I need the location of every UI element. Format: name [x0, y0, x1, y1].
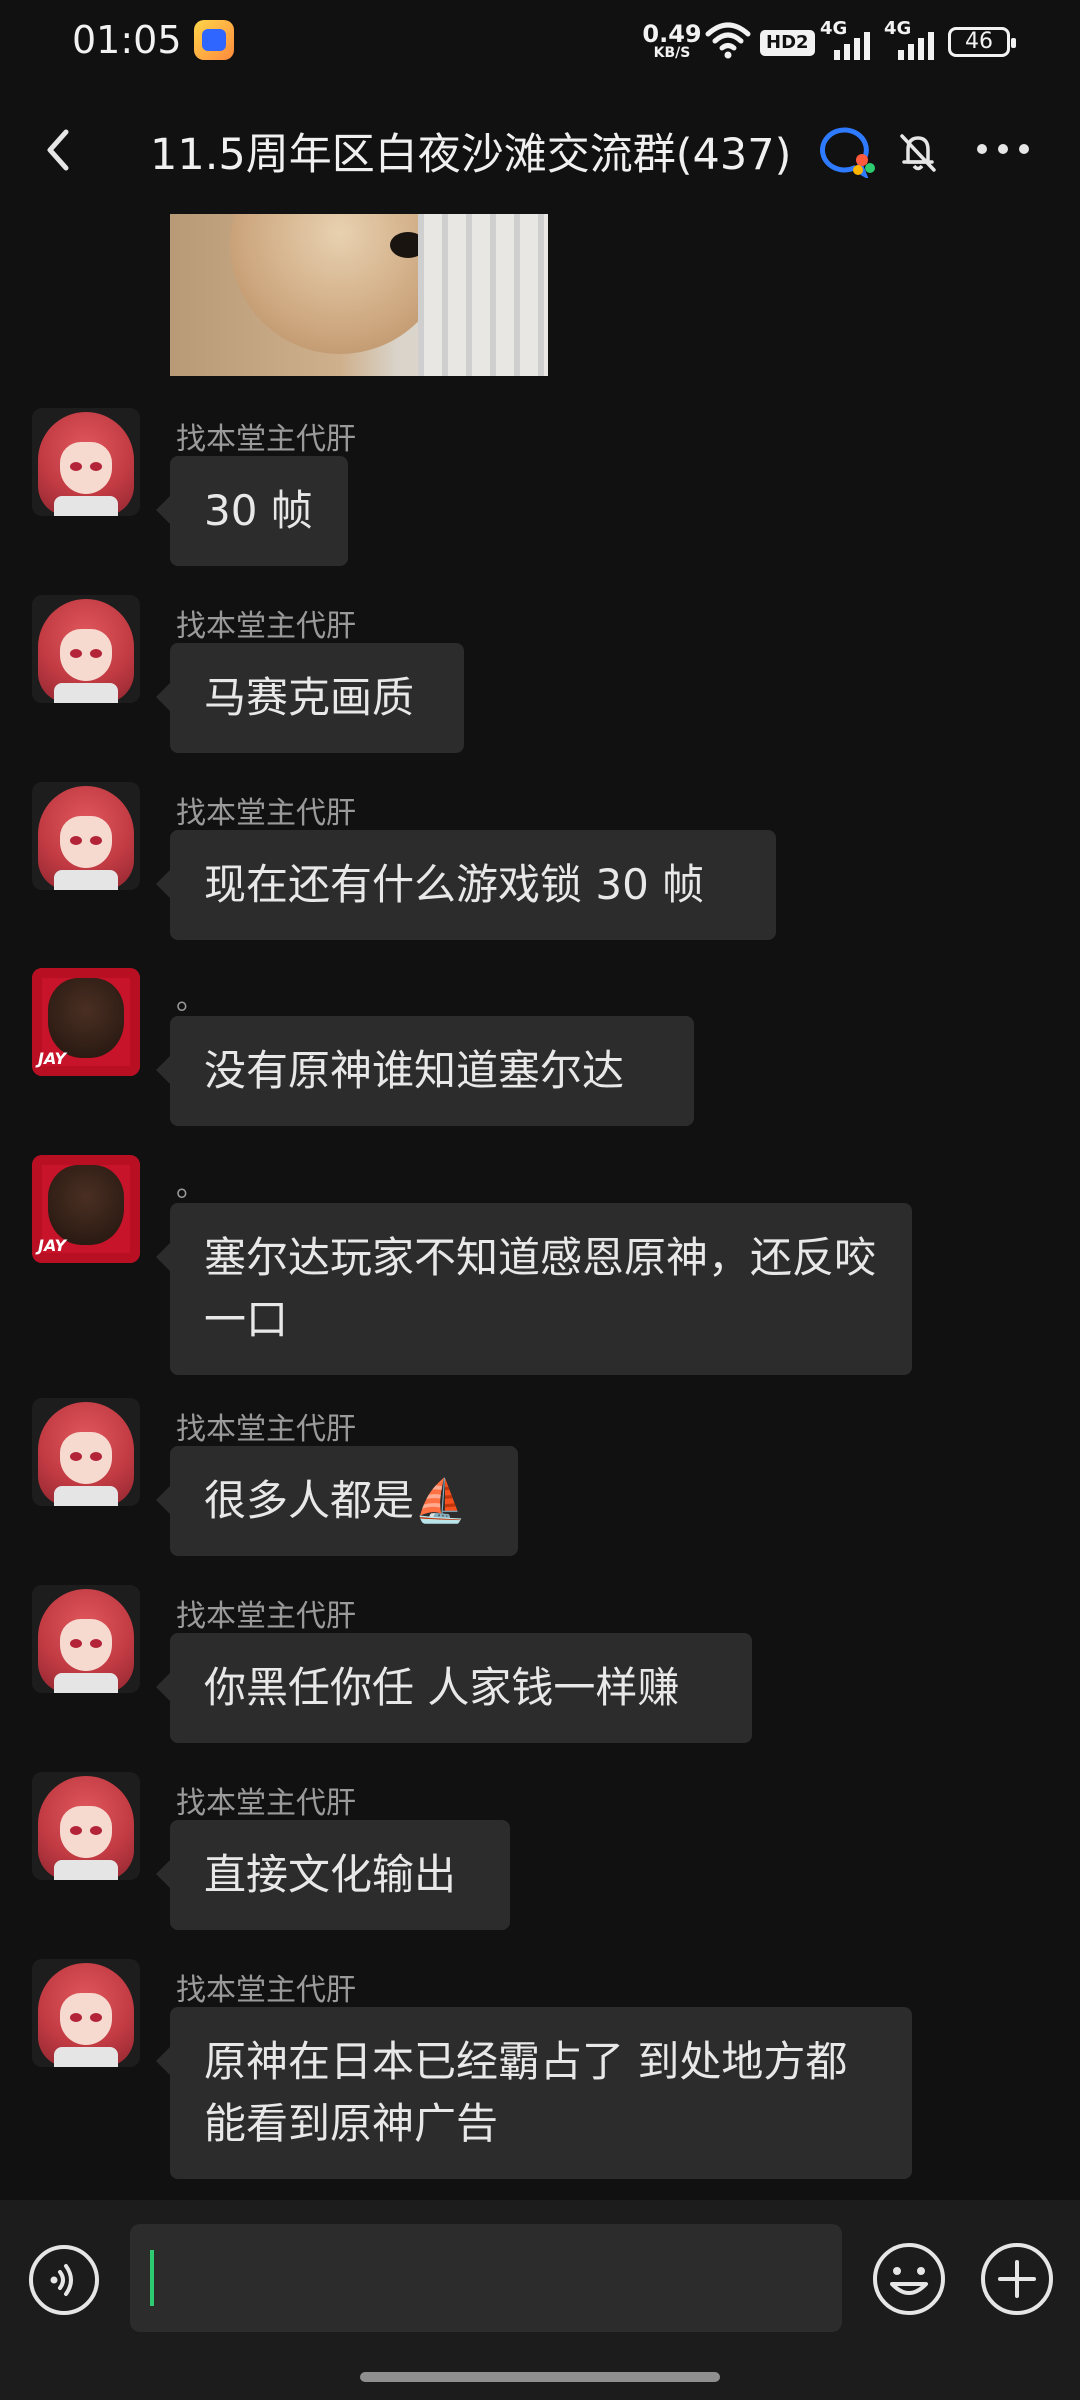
network-speed: 0.49 KB/S: [642, 22, 702, 60]
message-bubble[interactable]: 很多人都是⛵: [156, 1446, 518, 1556]
message-input[interactable]: [130, 2224, 842, 2332]
chat-title: 11.5周年区白夜沙滩交流群(437): [150, 130, 792, 180]
sender-avatar[interactable]: [32, 1398, 140, 1506]
sticker-background: [418, 214, 548, 376]
back-arrow-icon[interactable]: [30, 120, 90, 180]
hd-voice-icon: HD2: [760, 30, 815, 56]
sticker-image[interactable]: [170, 214, 548, 376]
sender-name: 找本堂主代肝: [176, 609, 356, 644]
message-bubble[interactable]: 直接文化输出: [156, 1820, 510, 1930]
network-speed-value: 0.49: [642, 20, 702, 48]
mute-bell-icon: [900, 134, 936, 172]
sender-avatar[interactable]: [32, 1585, 140, 1693]
sender-avatar[interactable]: JAY: [32, 1155, 140, 1263]
sender-name: 找本堂主代肝: [176, 796, 356, 831]
status-bar: 01:05 0.49 KB/S HD2 4G 4G 46: [0, 0, 1080, 84]
group-chat-badge-icon[interactable]: [818, 124, 878, 178]
message-bubble[interactable]: 现在还有什么游戏锁 30 帧: [156, 830, 776, 940]
voice-input-icon[interactable]: [26, 2242, 102, 2318]
sender-name: 找本堂主代肝: [176, 422, 356, 457]
sender-avatar[interactable]: [32, 595, 140, 703]
message-bubble[interactable]: 原神在日本已经霸占了 到处地方都能看到原神广告: [156, 2007, 912, 2179]
sender-avatar[interactable]: [32, 1772, 140, 1880]
sender-avatar[interactable]: [32, 782, 140, 890]
network-speed-unit: KB/S: [653, 45, 691, 61]
battery-icon: 46: [948, 27, 1016, 57]
app-notification-icon: [194, 20, 234, 60]
sender-avatar[interactable]: JAY: [32, 968, 140, 1076]
add-more-icon[interactable]: [978, 2240, 1056, 2318]
wifi-icon: [705, 22, 751, 59]
signal-strength-icon: 4G: [884, 18, 944, 60]
sender-avatar[interactable]: [32, 1959, 140, 2067]
chat-header: 11.5周年区白夜沙滩交流群(437): [0, 100, 1080, 200]
more-options-icon[interactable]: [968, 124, 1038, 174]
message-input-bar: [0, 2200, 1080, 2400]
sender-name: 。: [176, 982, 206, 1017]
sender-avatar[interactable]: [32, 408, 140, 516]
status-time: 01:05: [72, 18, 182, 62]
message-bubble[interactable]: 塞尔达玩家不知道感恩原神，还反咬一口: [156, 1203, 912, 1375]
emoji-icon[interactable]: [870, 2240, 948, 2318]
sender-name: 找本堂主代肝: [176, 1973, 356, 2008]
message-bubble[interactable]: 30 帧: [156, 456, 348, 566]
signal-strength-icon: 4G: [820, 18, 880, 60]
message-bubble[interactable]: 你黑任你任 人家钱一样赚: [156, 1633, 752, 1743]
message-bubble[interactable]: 马赛克画质: [156, 643, 464, 753]
sender-name: 。: [176, 1169, 206, 1204]
battery-level: 46: [965, 29, 993, 54]
home-indicator[interactable]: [360, 2372, 720, 2382]
sender-name: 找本堂主代肝: [176, 1412, 356, 1447]
message-bubble[interactable]: 没有原神谁知道塞尔达: [156, 1016, 694, 1126]
sender-name: 找本堂主代肝: [176, 1786, 356, 1821]
text-cursor: [150, 2250, 154, 2306]
sender-name: 找本堂主代肝: [176, 1599, 356, 1634]
